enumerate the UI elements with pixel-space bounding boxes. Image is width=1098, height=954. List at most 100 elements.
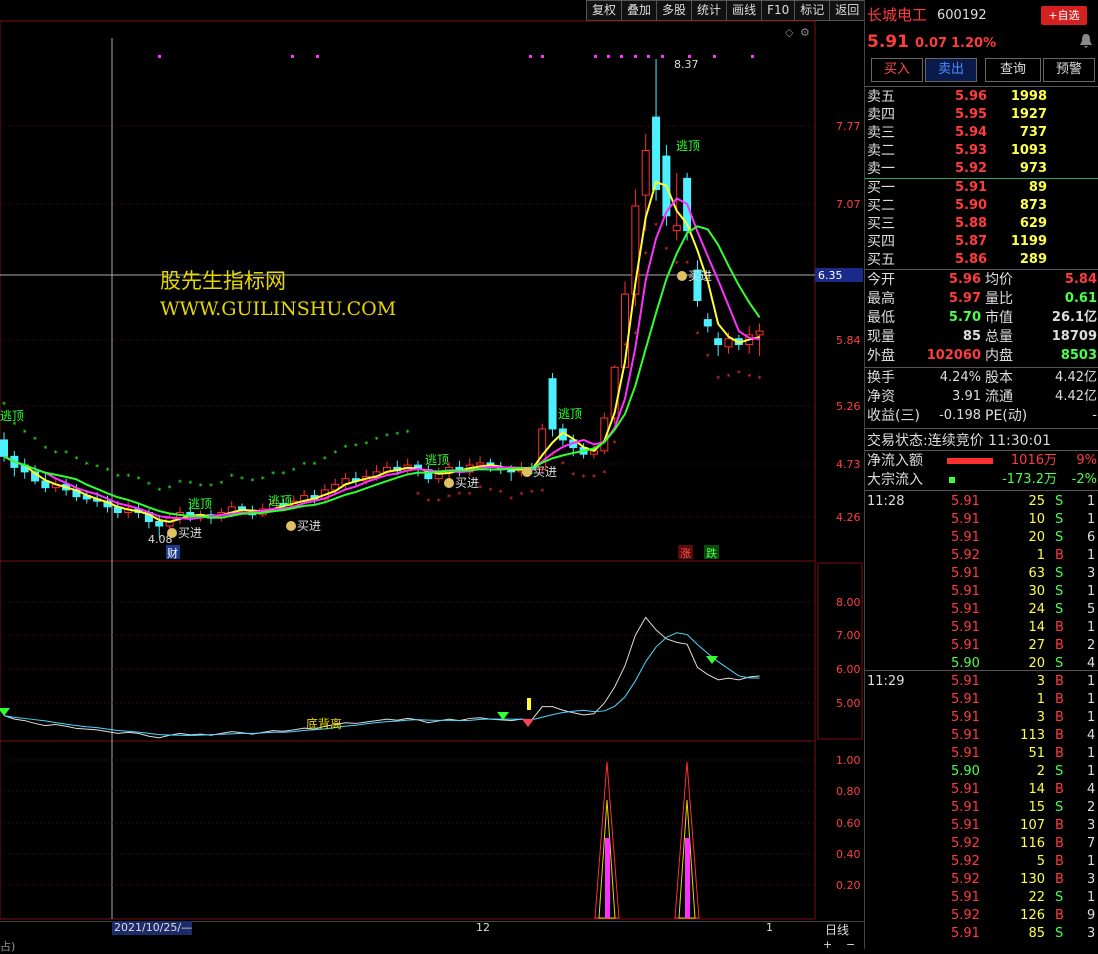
tick-volume: 5: [1036, 854, 1045, 869]
tick-count: 1: [1087, 512, 1096, 527]
tick-volume: 2: [1036, 764, 1045, 779]
sar-dot: *: [395, 431, 399, 440]
tick-side: S: [1055, 530, 1064, 545]
diamond-icon[interactable]: ◇: [785, 26, 794, 39]
prob-tick-label: 0.80: [836, 785, 861, 798]
tick-side: B: [1055, 872, 1064, 887]
escape-top-label: 逃顶: [676, 139, 700, 153]
tick-count: 1: [1087, 494, 1096, 509]
tick-volume: 1: [1036, 692, 1045, 707]
action-button-0[interactable]: 买入: [871, 58, 923, 82]
flow-label: 大宗流入: [867, 472, 923, 488]
tick-volume: 126: [1020, 908, 1045, 923]
zoom-in-icon[interactable]: +: [823, 938, 832, 951]
limit-down-label: 跌: [706, 546, 717, 560]
escape-top-label: 逃顶: [188, 497, 212, 511]
stat-value: 102060: [926, 348, 981, 363]
tick-side: S: [1055, 512, 1064, 527]
tick-side: B: [1055, 854, 1064, 869]
red-diamond-icon: [522, 719, 534, 727]
escape-top-label: 逃顶: [425, 453, 449, 467]
action-button-1[interactable]: 卖出: [925, 58, 977, 82]
sar-dot: *: [571, 471, 575, 480]
candle-body: [703, 319, 712, 327]
stat-value: 4.42亿: [1055, 370, 1097, 385]
probability-bar: [685, 838, 690, 918]
stat-label: 净资: [867, 389, 895, 405]
buys-price: 5.90: [955, 198, 988, 213]
tick-count: 1: [1087, 890, 1096, 905]
bell-icon[interactable]: [1079, 33, 1093, 49]
quote-panel: 长城电工 600192 +自选 5.91 0.07 1.20% 买入 卖出 查询 预警…: [864, 0, 1098, 949]
stat-value: -0.198: [939, 408, 981, 423]
sar-dot: *: [613, 439, 617, 448]
sar-dot: *: [468, 491, 472, 500]
sar-dot: *: [333, 449, 337, 458]
probability-panel-border: [0, 740, 816, 920]
sar-dot: *: [261, 475, 265, 484]
candle-body: [476, 462, 485, 466]
sells-label: 卖二: [867, 143, 895, 159]
tick-volume: 116: [1020, 836, 1045, 851]
add-watchlist-button[interactable]: +自选: [1041, 6, 1087, 25]
tick-volume: 1: [1036, 548, 1045, 563]
tick-volume: 51: [1028, 746, 1045, 761]
sells-price: 5.92: [955, 161, 988, 176]
tick-price: 5.91: [951, 800, 980, 815]
tick-count: 3: [1087, 872, 1096, 887]
stock-name: 长城电工: [867, 6, 928, 24]
tick-side: B: [1055, 620, 1064, 635]
signal-marker: [620, 55, 623, 58]
action-button-2[interactable]: 查询: [985, 58, 1041, 82]
candle-body: [155, 521, 164, 527]
date-label-start: 2021/10/25/—: [114, 921, 193, 934]
buys-volume: 629: [1019, 216, 1047, 231]
tick-price: 5.92: [951, 854, 980, 869]
sar-dot: *: [633, 330, 637, 339]
moneybag-icon: [522, 467, 532, 477]
sar-dot: *: [178, 478, 182, 487]
stock-code: 600192: [937, 8, 987, 23]
tick-price: 5.91: [951, 926, 980, 941]
stat-label: 最高: [867, 291, 895, 307]
buys-volume: 1199: [1010, 234, 1047, 249]
sar-dot: *: [623, 342, 627, 351]
sar-dot: *: [23, 428, 27, 437]
prob-tick-label: 0.60: [836, 817, 861, 830]
tick-side: B: [1055, 674, 1064, 689]
stat-value: 8503: [1060, 348, 1097, 363]
sar-dot: *: [457, 491, 461, 500]
tick-count: 1: [1087, 620, 1096, 635]
divergence-label: 底背离: [306, 716, 342, 731]
sells-price: 5.94: [955, 125, 988, 140]
sar-dot: *: [737, 369, 741, 378]
buys-label: 买一: [867, 180, 895, 196]
sar-dot: *: [447, 493, 451, 502]
action-button-3[interactable]: 预警: [1043, 58, 1095, 82]
stat-label: PE(动): [985, 408, 1028, 424]
settings-icon[interactable]: ⚙: [800, 26, 810, 39]
sar-dot: *: [602, 469, 606, 478]
tick-side: S: [1055, 890, 1064, 905]
sar-dot: *: [240, 475, 244, 484]
sar-dot: *: [644, 250, 648, 259]
sar-dot: *: [168, 484, 172, 493]
kline-chart[interactable]: 7.77 7.07 6.35 5.84 5.26 4.73 4.26 * * * * * * * * * * *…: [0, 0, 864, 949]
tick-price: 5.91: [951, 638, 980, 653]
sar-dot: *: [313, 461, 317, 470]
price-tick-label: 4.73: [836, 458, 861, 471]
buy-label: 买进: [297, 519, 321, 533]
period-selector[interactable]: 日线: [825, 921, 849, 938]
tick-time: 11:28: [867, 494, 905, 509]
moneybag-icon: [677, 271, 687, 281]
tick-volume: 10: [1028, 512, 1045, 527]
sells-price: 5.96: [955, 89, 988, 104]
stat-label: 今开: [867, 272, 895, 288]
date-label-mid: 12: [476, 921, 490, 934]
zoom-out-icon[interactable]: −: [846, 938, 855, 951]
tick-volume: 107: [1020, 818, 1045, 833]
date-label-end: 1: [766, 921, 773, 934]
tick-price: 5.91: [951, 602, 980, 617]
sar-dot: *: [323, 455, 327, 464]
sar-dot: *: [582, 473, 586, 482]
